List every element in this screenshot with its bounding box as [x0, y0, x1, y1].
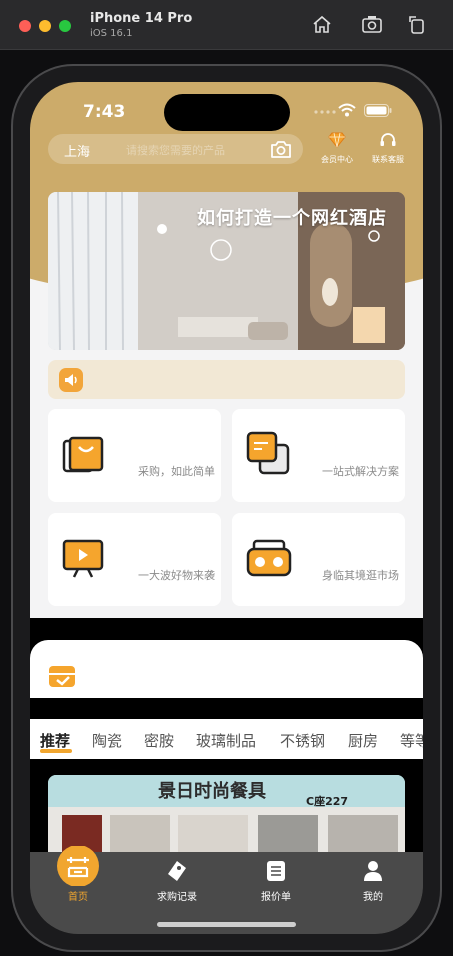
tab-stainless-steel[interactable]: 不锈钢	[280, 730, 325, 751]
notice-bar[interactable]	[48, 360, 405, 399]
member-center-label: 会员中心	[321, 155, 353, 164]
wifi-icon	[338, 103, 356, 117]
home-logo-icon	[57, 846, 99, 886]
camera-icon[interactable]	[269, 138, 293, 160]
city-selector[interactable]: 上海	[64, 141, 90, 160]
tab-melamine[interactable]: 密胺	[144, 730, 174, 751]
tab-recommend[interactable]: 推荐	[40, 730, 70, 751]
phone-screen: 7:43 上海 请搜索您需要的产品 会员中心 联系客服 如何打造一个网红酒店 采…	[30, 82, 423, 934]
customer-service-button[interactable]: 联系客服	[363, 132, 413, 165]
section-gap	[30, 698, 423, 719]
nav-quotation-label: 报价单	[261, 892, 291, 903]
tab-glassware[interactable]: 玻璃制品	[196, 730, 256, 751]
nav-mine-label: 我的	[363, 892, 383, 903]
simulator-os-version: iOS 16.1	[90, 28, 133, 39]
hotel-banner[interactable]: 如何打造一个网红酒店	[48, 192, 405, 350]
shop-number: C座227	[306, 795, 349, 808]
feature-label-market: 身临其境逛市场	[322, 569, 399, 582]
person-icon	[364, 861, 382, 881]
feature-card-market[interactable]: 身临其境逛市场	[232, 513, 405, 606]
search-placeholder[interactable]: 请搜索您需要的产品	[126, 142, 225, 158]
feature-card-goods[interactable]: 一大波好物来袭	[48, 513, 221, 606]
member-center-button[interactable]: 会员中心	[312, 132, 362, 165]
home-indicator[interactable]	[157, 922, 296, 927]
tab-kitchen[interactable]: 厨房	[348, 730, 378, 751]
search-bar[interactable]: 上海 请搜索您需要的产品	[48, 134, 303, 164]
banner-title: 如何打造一个网红酒店	[197, 208, 387, 229]
home-icon[interactable]	[311, 13, 333, 35]
coupon-icon	[49, 666, 75, 687]
category-tabs: 推荐 陶瓷 密胺 玻璃制品 不锈钢 厨房 等等	[30, 719, 423, 759]
megaphone-icon	[59, 368, 83, 392]
simulator-titlebar: iPhone 14 Pro iOS 16.1	[0, 0, 453, 50]
section-divider	[30, 618, 423, 640]
tab-ceramics[interactable]: 陶瓷	[92, 730, 122, 751]
dynamic-island	[164, 94, 290, 131]
shop-sign: 景日时尚餐具	[158, 781, 266, 802]
nav-home-label: 首页	[68, 892, 88, 903]
layers-icon	[246, 431, 290, 475]
feature-label-goods: 一大波好物来袭	[138, 569, 215, 582]
document-icon	[267, 861, 285, 881]
nav-purchase-records-label: 求购记录	[157, 892, 197, 903]
feature-card-solution[interactable]: 一站式解决方案	[232, 409, 405, 502]
status-time: 7:43	[83, 102, 126, 122]
customer-service-label: 联系客服	[372, 155, 404, 164]
diamond-icon	[328, 132, 346, 148]
tag-icon	[168, 861, 186, 881]
simulator-device-name: iPhone 14 Pro	[90, 11, 193, 26]
active-tab-indicator	[40, 749, 72, 753]
rotate-icon[interactable]	[406, 13, 428, 35]
bottom-nav: 首页 求购记录 报价单 我的	[30, 846, 423, 934]
battery-icon	[364, 104, 392, 117]
screenshot-icon[interactable]	[361, 13, 383, 35]
shopping-bag-icon	[62, 436, 104, 473]
zoom-window-button[interactable]	[59, 20, 71, 32]
feature-label-solution: 一站式解决方案	[322, 465, 399, 478]
tab-more[interactable]: 等等	[400, 730, 423, 751]
minimize-window-button[interactable]	[39, 20, 51, 32]
feature-label-purchase: 采购，如此简单	[138, 465, 215, 478]
section-header	[30, 640, 423, 698]
close-window-button[interactable]	[19, 20, 31, 32]
feature-card-purchase[interactable]: 采购，如此简单	[48, 409, 221, 502]
signal-dots-icon	[314, 110, 336, 114]
vr-headset-icon	[246, 539, 292, 577]
video-screen-icon	[62, 539, 104, 578]
headset-icon	[380, 133, 396, 146]
